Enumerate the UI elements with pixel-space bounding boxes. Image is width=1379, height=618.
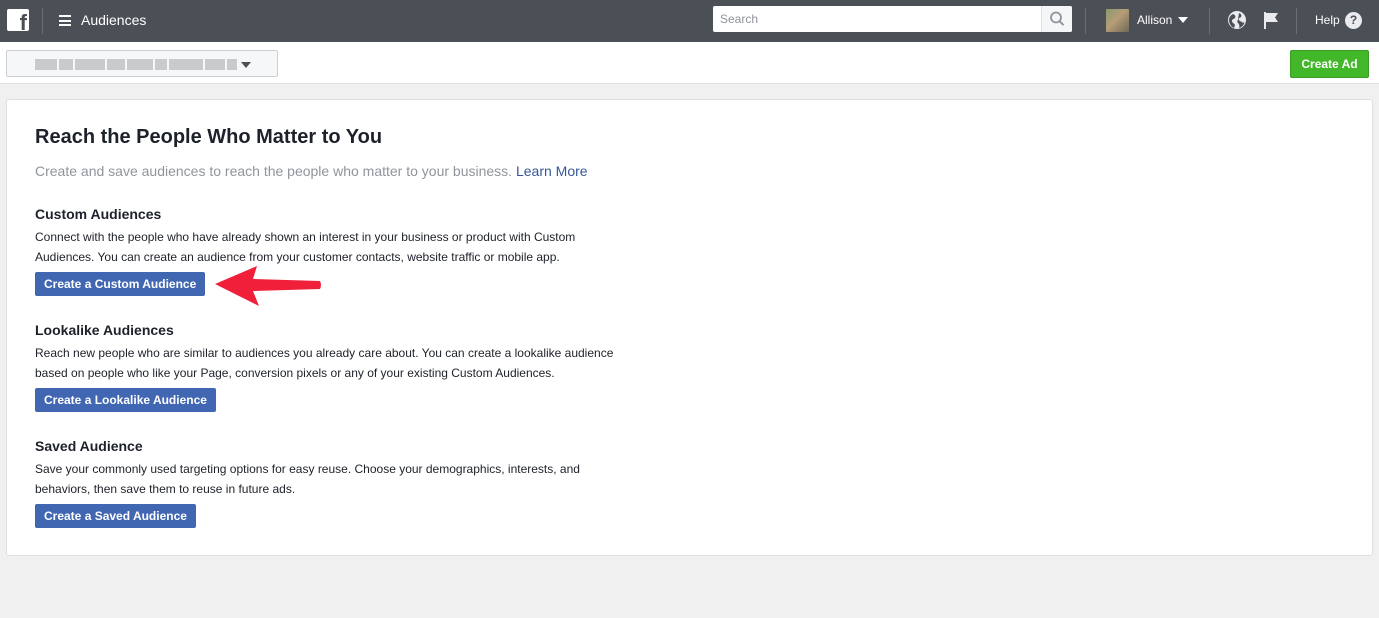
search-button[interactable] [1041, 6, 1072, 32]
subtitle-text: Create and save audiences to reach the p… [35, 163, 513, 179]
lookalike-audiences-section: Lookalike Audiences Reach new people who… [35, 322, 635, 414]
divider [42, 8, 43, 34]
section-description: Save your commonly used targeting option… [35, 462, 580, 496]
section-heading: Custom Audiences [35, 206, 162, 222]
red-arrow-icon [215, 266, 321, 306]
ad-account-selector[interactable] [6, 50, 278, 77]
custom-audiences-section: Custom Audiences Connect with the people… [35, 206, 635, 298]
section-heading: Saved Audience [35, 438, 143, 454]
divider [1296, 8, 1297, 34]
audiences-card: Reach the People Who Matter to You Creat… [6, 99, 1373, 556]
page-title: Reach the People Who Matter to You [35, 126, 383, 148]
create-saved-audience-button[interactable]: Create a Saved Audience [35, 504, 196, 528]
logo-letter: f [19, 10, 27, 32]
flag-icon[interactable] [1261, 10, 1281, 30]
caret-down-icon[interactable] [1178, 17, 1188, 23]
create-ad-button[interactable]: Create Ad [1290, 50, 1369, 78]
account-toolbar: Create Ad [0, 42, 1379, 84]
section-description: Connect with the people who have already… [35, 230, 576, 264]
divider [1085, 8, 1086, 34]
search-box [713, 6, 1072, 32]
caret-down-icon [241, 62, 251, 68]
create-lookalike-audience-button[interactable]: Create a Lookalike Audience [35, 388, 216, 412]
saved-audience-section: Saved Audience Save your commonly used t… [35, 438, 635, 530]
page-subtitle: Create and save audiences to reach the p… [35, 163, 588, 179]
facebook-logo-icon[interactable]: f [7, 9, 29, 31]
app-title[interactable]: Audiences [81, 12, 146, 28]
learn-more-link[interactable]: Learn More [516, 163, 588, 179]
search-icon [1050, 11, 1064, 26]
create-custom-audience-button[interactable]: Create a Custom Audience [35, 272, 206, 296]
blurred-account-name [35, 59, 239, 70]
divider [1209, 8, 1210, 34]
help-link[interactable]: Help [1315, 13, 1340, 27]
globe-icon[interactable] [1227, 10, 1247, 30]
top-navigation-bar: f Audiences Allison Help ? [0, 0, 1379, 42]
section-description: Reach new people who are similar to audi… [35, 346, 614, 380]
user-name[interactable]: Allison [1137, 13, 1172, 27]
search-input[interactable] [713, 6, 1041, 32]
section-heading: Lookalike Audiences [35, 322, 174, 338]
avatar[interactable] [1106, 9, 1129, 32]
question-circle-icon[interactable]: ? [1345, 12, 1362, 29]
hamburger-menu-icon[interactable] [59, 15, 71, 26]
